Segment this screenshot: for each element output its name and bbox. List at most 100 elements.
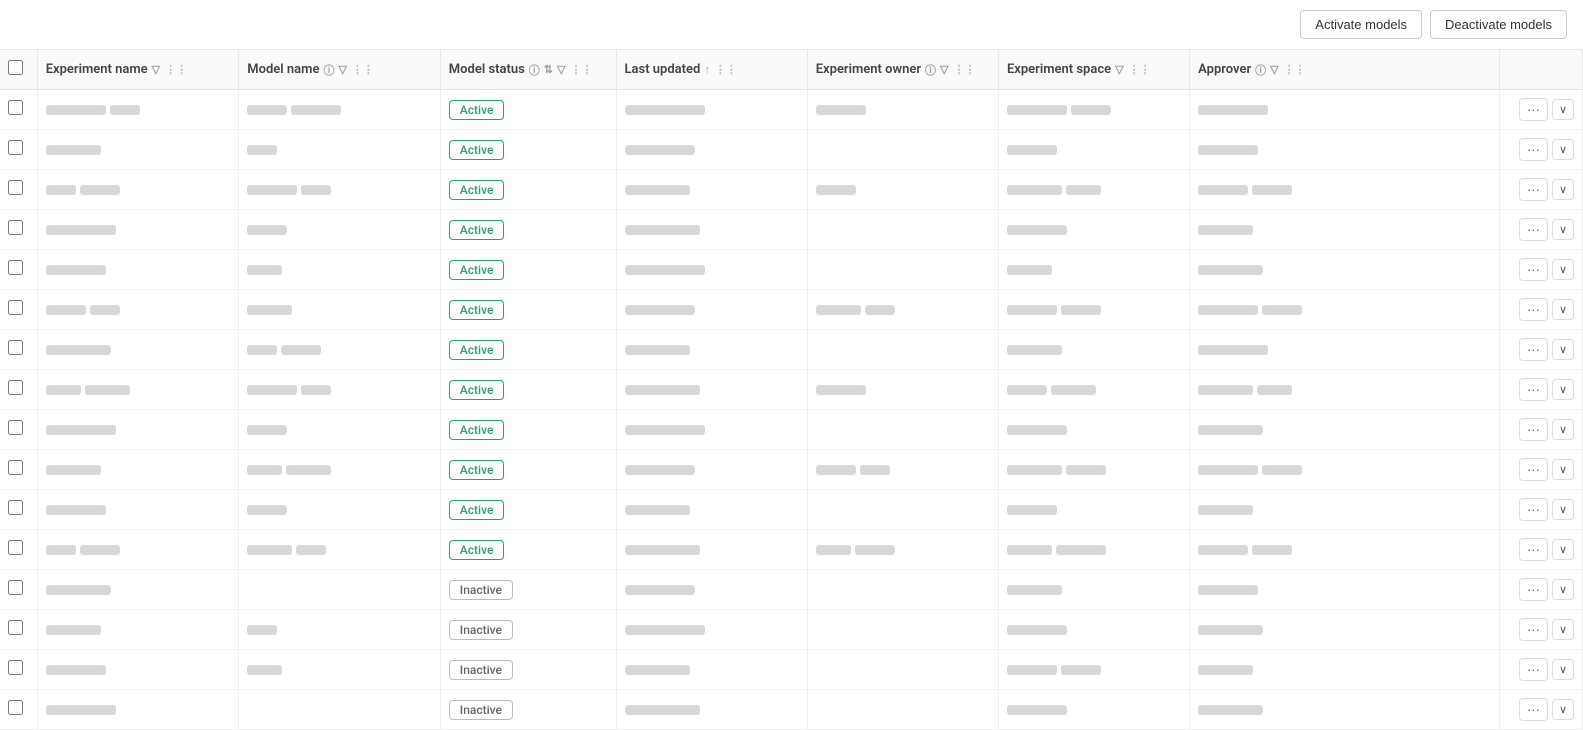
expand-row-button[interactable]: ∨ (1552, 219, 1574, 240)
header-experiment-name: Experiment name ▽ ⋮⋮ (37, 50, 239, 90)
expand-row-button[interactable]: ∨ (1552, 579, 1574, 600)
experiment-space-cell (998, 370, 1189, 410)
header-approver: Approver ⓘ ▽ ⋮⋮ (1190, 50, 1500, 90)
experiment-name-cell (37, 330, 239, 370)
model-name-resize-icon[interactable]: ⋮⋮ (352, 63, 374, 76)
experiment-name-cell (37, 290, 239, 330)
expand-row-button[interactable]: ∨ (1552, 299, 1574, 320)
experiment-space-cell (998, 90, 1189, 130)
more-actions-button[interactable]: ··· (1519, 378, 1548, 401)
row-checkbox[interactable] (8, 540, 23, 555)
status-badge: Active (449, 380, 505, 400)
more-actions-button[interactable]: ··· (1519, 98, 1548, 121)
more-actions-button[interactable]: ··· (1519, 498, 1548, 521)
experiment-owner-info-icon[interactable]: ⓘ (925, 62, 936, 78)
expand-row-button[interactable]: ∨ (1552, 699, 1574, 720)
expand-row-button[interactable]: ∨ (1552, 339, 1574, 360)
model-status-cell: Active (440, 490, 616, 530)
model-status-cell: Active (440, 450, 616, 490)
status-badge: Active (449, 420, 505, 440)
row-checkbox[interactable] (8, 580, 23, 595)
more-actions-button[interactable]: ··· (1519, 298, 1548, 321)
status-badge: Inactive (449, 620, 513, 640)
expand-row-button[interactable]: ∨ (1552, 499, 1574, 520)
row-checkbox[interactable] (8, 140, 23, 155)
row-checkbox[interactable] (8, 660, 23, 675)
row-checkbox[interactable] (8, 100, 23, 115)
expand-row-button[interactable]: ∨ (1552, 619, 1574, 640)
header-model-name: Model name ⓘ ▽ ⋮⋮ (239, 50, 441, 90)
expand-row-button[interactable]: ∨ (1552, 659, 1574, 680)
experiment-space-cell (998, 650, 1189, 690)
model-name-cell (239, 130, 441, 170)
expand-row-button[interactable]: ∨ (1552, 259, 1574, 280)
more-actions-button[interactable]: ··· (1519, 178, 1548, 201)
experiment-space-filter-icon[interactable]: ▽ (1115, 63, 1123, 76)
more-actions-button[interactable]: ··· (1519, 138, 1548, 161)
last-updated-resize-icon[interactable]: ⋮⋮ (715, 63, 737, 76)
deactivate-models-button[interactable]: Deactivate models (1430, 10, 1567, 39)
more-actions-button[interactable]: ··· (1519, 338, 1548, 361)
select-all-checkbox[interactable] (8, 60, 23, 75)
model-status-filter-icon[interactable]: ▽ (557, 63, 565, 76)
last-updated-sort-icon[interactable]: ↑ (704, 63, 710, 76)
actions-cell: ··· ∨ (1500, 210, 1583, 250)
more-actions-button[interactable]: ··· (1519, 418, 1548, 441)
experiment-space-resize-icon[interactable]: ⋮⋮ (1129, 63, 1151, 76)
model-name-cell (239, 450, 441, 490)
expand-row-button[interactable]: ∨ (1552, 179, 1574, 200)
row-checkbox[interactable] (8, 620, 23, 635)
more-actions-button[interactable]: ··· (1519, 458, 1548, 481)
model-status-info-icon[interactable]: ⓘ (529, 62, 540, 78)
model-status-cell: Active (440, 170, 616, 210)
model-name-info-icon[interactable]: ⓘ (323, 62, 334, 78)
row-checkbox[interactable] (8, 500, 23, 515)
last-updated-cell (616, 410, 807, 450)
model-status-cell: Active (440, 250, 616, 290)
expand-row-button[interactable]: ∨ (1552, 539, 1574, 560)
activate-models-button[interactable]: Activate models (1300, 10, 1422, 39)
model-status-cell: Active (440, 530, 616, 570)
row-checkbox-cell (0, 490, 37, 530)
more-actions-button[interactable]: ··· (1519, 658, 1548, 681)
more-actions-button[interactable]: ··· (1519, 538, 1548, 561)
row-checkbox[interactable] (8, 380, 23, 395)
row-checkbox[interactable] (8, 300, 23, 315)
row-checkbox-cell (0, 450, 37, 490)
last-updated-cell (616, 690, 807, 730)
row-checkbox[interactable] (8, 700, 23, 715)
approver-cell (1190, 450, 1500, 490)
row-checkbox[interactable] (8, 340, 23, 355)
experiment-name-resize-icon[interactable]: ⋮⋮ (165, 63, 187, 76)
experiment-owner-filter-icon[interactable]: ▽ (940, 63, 948, 76)
actions-cell: ··· ∨ (1500, 610, 1583, 650)
row-checkbox[interactable] (8, 260, 23, 275)
expand-row-button[interactable]: ∨ (1552, 459, 1574, 480)
table-wrapper: Experiment name ▽ ⋮⋮ Model name ⓘ ▽ ⋮⋮ (0, 50, 1583, 730)
more-actions-button[interactable]: ··· (1519, 258, 1548, 281)
experiment-owner-resize-icon[interactable]: ⋮⋮ (954, 63, 976, 76)
approver-filter-icon[interactable]: ▽ (1270, 63, 1278, 76)
expand-row-button[interactable]: ∨ (1552, 419, 1574, 440)
table-row: Active ··· ∨ (0, 170, 1583, 210)
model-status-resize-icon[interactable]: ⋮⋮ (570, 63, 592, 76)
header-actions-col (1500, 50, 1583, 90)
experiment-name-filter-icon[interactable]: ▽ (152, 63, 160, 76)
approver-resize-icon[interactable]: ⋮⋮ (1284, 63, 1306, 76)
approver-info-icon[interactable]: ⓘ (1255, 62, 1266, 78)
expand-row-button[interactable]: ∨ (1552, 379, 1574, 400)
model-status-sort-icon[interactable]: ⇅ (544, 63, 553, 76)
more-actions-button[interactable]: ··· (1519, 618, 1548, 641)
more-actions-button[interactable]: ··· (1519, 218, 1548, 241)
expand-row-button[interactable]: ∨ (1552, 139, 1574, 160)
expand-row-button[interactable]: ∨ (1552, 99, 1574, 120)
row-checkbox[interactable] (8, 220, 23, 235)
row-checkbox[interactable] (8, 420, 23, 435)
row-checkbox[interactable] (8, 180, 23, 195)
actions-cell: ··· ∨ (1500, 450, 1583, 490)
last-updated-cell (616, 530, 807, 570)
more-actions-button[interactable]: ··· (1519, 698, 1548, 721)
model-name-filter-icon[interactable]: ▽ (338, 63, 346, 76)
more-actions-button[interactable]: ··· (1519, 578, 1548, 601)
row-checkbox[interactable] (8, 460, 23, 475)
